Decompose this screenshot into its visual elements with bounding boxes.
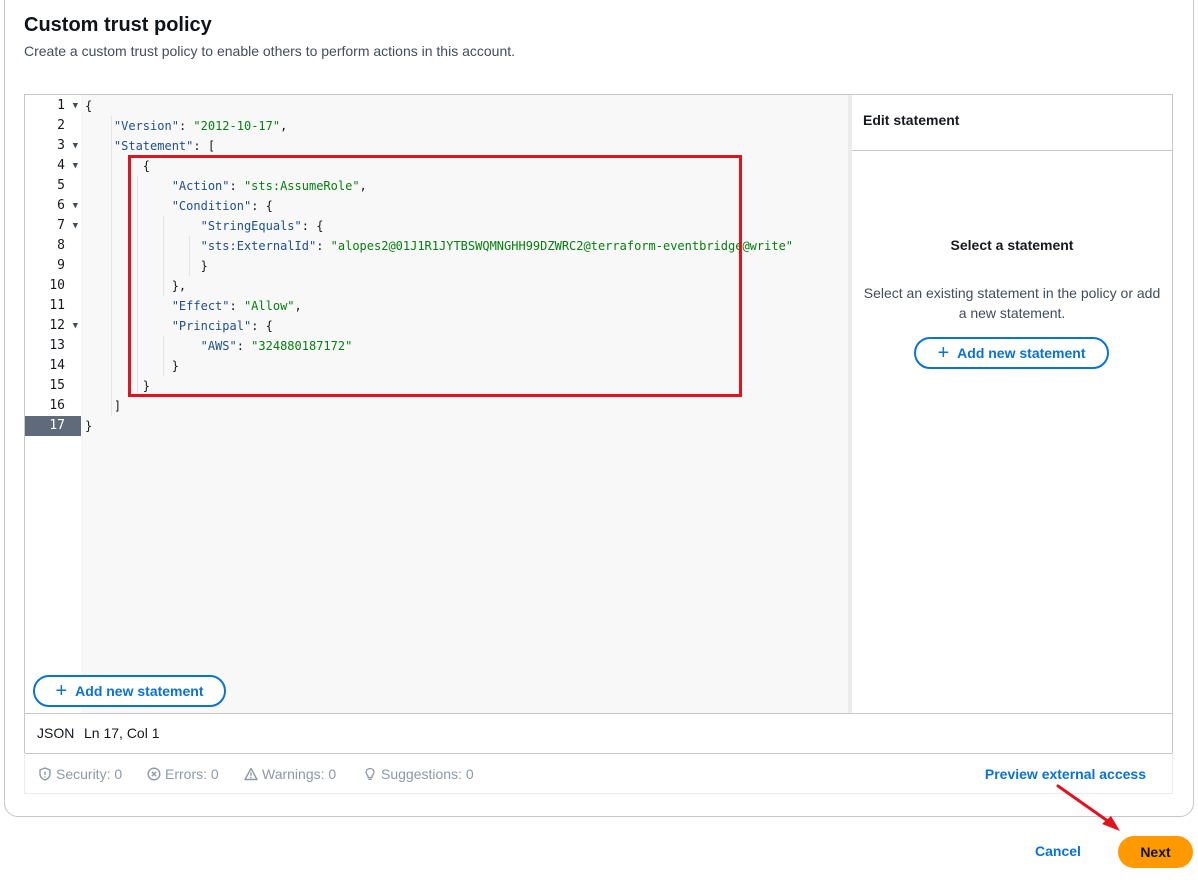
- side-panel-header: Edit statement: [852, 95, 1172, 151]
- code-line[interactable]: ]: [85, 396, 121, 416]
- status-cursor-position: Ln 17, Col 1: [84, 725, 160, 741]
- line-number-label: 16: [49, 398, 65, 413]
- plus-icon: +: [937, 342, 950, 364]
- code-line[interactable]: "Condition": {: [85, 196, 273, 216]
- status-mode: JSON: [37, 725, 75, 741]
- line-number: 3 ▼: [25, 136, 81, 156]
- warning-icon: [244, 767, 258, 781]
- line-number-label: 5: [57, 178, 65, 193]
- line-number-label: 2: [57, 118, 65, 133]
- line-number-label: 8: [57, 238, 65, 253]
- line-number-label: 10: [49, 278, 65, 293]
- fold-toggle-icon[interactable]: ▼: [73, 96, 78, 116]
- edit-statement-panel: Edit statement Select a statement Select…: [852, 95, 1172, 713]
- code-line[interactable]: "Statement": [: [85, 136, 215, 156]
- code-line[interactable]: "Version": "2012-10-17",: [85, 116, 287, 136]
- line-number-label: 9: [57, 258, 65, 273]
- fold-toggle-icon[interactable]: ▼: [73, 136, 78, 156]
- side-add-statement-label: Add new statement: [957, 345, 1086, 361]
- suggestions-count[interactable]: Suggestions: 0: [363, 766, 474, 782]
- editor-add-statement-label: Add new statement: [75, 683, 204, 699]
- line-number: 1 ▼: [25, 96, 81, 116]
- code-line[interactable]: "Action": "sts:AssumeRole",: [85, 176, 367, 196]
- side-panel-description: Select an existing statement in the poli…: [863, 285, 1161, 321]
- line-number: 5: [25, 176, 81, 196]
- fold-toggle-icon[interactable]: ▼: [73, 156, 78, 176]
- line-number-label: 3: [57, 138, 65, 153]
- editor-status-bar: JSON Ln 17, Col 1: [25, 713, 1172, 753]
- indent-guide: [163, 216, 164, 296]
- cancel-button[interactable]: Cancel: [1035, 843, 1081, 859]
- line-number-label: 15: [49, 378, 65, 393]
- page-title: Custom trust policy: [24, 14, 212, 36]
- line-number: 2: [25, 116, 81, 136]
- line-number: 13: [25, 336, 81, 356]
- code-area[interactable]: { "Version": "2012-10-17", "Statement": …: [81, 95, 848, 713]
- page-subtitle: Create a custom trust policy to enable o…: [24, 43, 516, 59]
- annotation-arrow: [1056, 784, 1120, 831]
- line-number: 15: [25, 376, 81, 396]
- suggestions-count-label: Suggestions: 0: [381, 766, 474, 782]
- line-number-label: 14: [49, 358, 65, 373]
- line-number-label: 6: [57, 198, 65, 213]
- side-add-statement-button[interactable]: + Add new statement: [914, 337, 1109, 369]
- line-number: 11: [25, 296, 81, 316]
- plus-icon: +: [55, 680, 68, 702]
- side-panel-header-label: Edit statement: [863, 112, 960, 128]
- line-number: 14: [25, 356, 81, 376]
- warnings-count[interactable]: Warnings: 0: [244, 766, 336, 782]
- policy-validator-bar: Security: 0 Errors: 0 Warnings: 0 Sugges…: [24, 753, 1173, 794]
- errors-count[interactable]: Errors: 0: [147, 766, 219, 782]
- line-number: 17: [25, 416, 81, 436]
- code-line[interactable]: }: [85, 356, 179, 376]
- code-line[interactable]: "Principal": {: [85, 316, 273, 336]
- line-number-label: 17: [49, 418, 65, 433]
- policy-editor-container: 1 ▼ 2 3 ▼ 4 ▼ 5 6 ▼ 7 ▼ 8 9 10 11 12 ▼ 13 14 15 16 17 { "Versi…: [24, 94, 1173, 754]
- fold-toggle-icon[interactable]: ▼: [73, 316, 78, 336]
- security-count[interactable]: Security: 0: [38, 766, 122, 782]
- error-icon: [147, 767, 161, 781]
- code-line[interactable]: }: [85, 376, 150, 396]
- editor-add-statement-button[interactable]: + Add new statement: [33, 675, 226, 707]
- line-number: 4 ▼: [25, 156, 81, 176]
- line-number-label: 13: [49, 338, 65, 353]
- line-number-label: 4: [57, 158, 65, 173]
- line-number-gutter: 1 ▼ 2 3 ▼ 4 ▼ 5 6 ▼ 7 ▼ 8 9 10 11 12 ▼ 13 14 15 16 17: [25, 95, 81, 713]
- fold-toggle-icon[interactable]: ▼: [73, 216, 78, 236]
- warnings-count-label: Warnings: 0: [262, 766, 337, 782]
- line-number: 12 ▼: [25, 316, 81, 336]
- line-number-label: 1: [57, 98, 65, 113]
- fold-toggle-icon[interactable]: ▼: [73, 196, 78, 216]
- security-count-label: Security: 0: [56, 766, 123, 782]
- code-editor[interactable]: 1 ▼ 2 3 ▼ 4 ▼ 5 6 ▼ 7 ▼ 8 9 10 11 12 ▼ 13 14 15 16 17 { "Versi…: [25, 95, 848, 713]
- lightbulb-icon: [365, 767, 375, 780]
- code-line[interactable]: "StringEquals": {: [85, 216, 324, 236]
- code-line[interactable]: "AWS": "324880187172": [85, 336, 353, 356]
- line-number: 10: [25, 276, 81, 296]
- indent-guide: [189, 236, 190, 276]
- shield-icon: [39, 767, 51, 781]
- line-number: 9: [25, 256, 81, 276]
- side-panel-title: Select a statement: [950, 237, 1074, 253]
- code-line[interactable]: {: [85, 96, 92, 116]
- line-number: 16: [25, 396, 81, 416]
- next-button[interactable]: Next: [1118, 836, 1193, 868]
- code-line[interactable]: "Effect": "Allow",: [85, 296, 302, 316]
- line-number: 7 ▼: [25, 216, 81, 236]
- errors-count-label: Errors: 0: [165, 766, 219, 782]
- indent-guide: [163, 336, 164, 376]
- line-number-label: 12: [49, 318, 65, 333]
- indent-guide: [137, 176, 138, 396]
- line-number: 8: [25, 236, 81, 256]
- line-number-label: 11: [49, 298, 65, 313]
- code-line[interactable]: }: [85, 416, 92, 436]
- code-line[interactable]: {: [85, 156, 150, 176]
- code-line[interactable]: "sts:ExternalId": "alopes2@01J1R1JYTBSWQ…: [85, 236, 793, 256]
- indent-guide: [111, 116, 112, 416]
- line-number: 6 ▼: [25, 196, 81, 216]
- code-line[interactable]: },: [85, 276, 186, 296]
- line-number-label: 7: [57, 218, 65, 233]
